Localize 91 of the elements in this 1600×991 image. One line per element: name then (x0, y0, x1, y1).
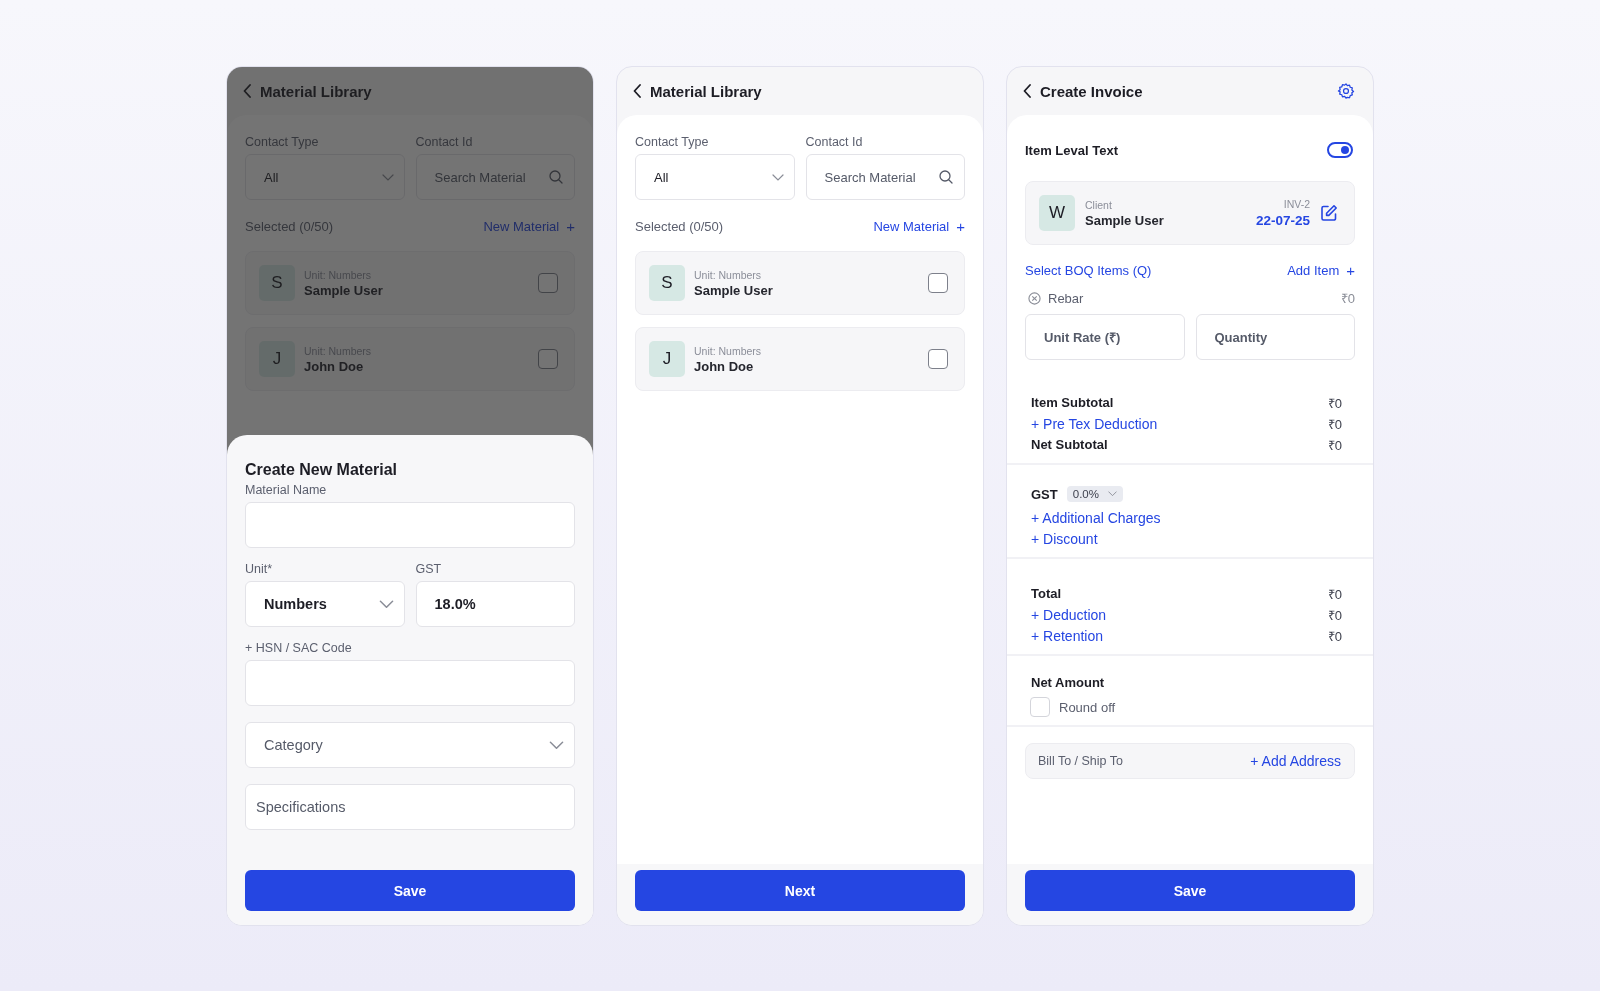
back-icon[interactable] (633, 84, 642, 98)
save-button[interactable]: Save (245, 870, 575, 911)
dropdown[interactable]: All (245, 154, 405, 200)
summary-link[interactable]: + Pre Tex Deduction (1031, 415, 1158, 432)
amount-text: ₹0 (1327, 394, 1342, 412)
dropdown[interactable]: Category (245, 722, 575, 768)
material-name: John Doe (694, 358, 755, 374)
summary-label: Net Amount (1031, 675, 1105, 690)
plus-icon[interactable]: + (1346, 262, 1355, 279)
new-material-link[interactable]: New Material (873, 219, 950, 234)
amount-text: ₹0 (1327, 606, 1342, 624)
material-item[interactable]: J Unit: Numbers John Doe (635, 327, 965, 391)
boq-items-link[interactable]: Select BOQ Items (Q) (1025, 263, 1152, 278)
amount-text: ₹0 (1327, 415, 1342, 433)
unit-text: Unit: Numbers (694, 268, 763, 281)
summary-link[interactable]: + Retention (1031, 627, 1103, 644)
invoice-date: 22-07-25 (1255, 213, 1310, 228)
summary-label: Net Subtotal (1031, 437, 1108, 452)
unit-text: Unit: Numbers (694, 344, 763, 357)
material-name: Sample User (304, 282, 384, 298)
plus-icon[interactable]: + (956, 218, 965, 235)
save-button[interactable]: Save (1025, 870, 1355, 911)
checkbox[interactable] (538, 273, 558, 293)
chevron-down-icon (381, 173, 394, 181)
field-label: Contact Id (415, 135, 474, 149)
invoice-number: INV-2 (1282, 198, 1310, 210)
back-icon[interactable] (1023, 84, 1032, 98)
field-label: Contact Type (635, 135, 710, 149)
amount-text: ₹0 (1327, 585, 1342, 603)
chevron-down-icon (1107, 491, 1117, 497)
line-item-amount: ₹0 (1340, 290, 1355, 307)
next-button[interactable]: Next (635, 870, 965, 911)
summary-link[interactable]: + Additional Charges (1031, 509, 1161, 526)
text-field[interactable] (245, 660, 575, 706)
sheet-title: Create New Material (245, 461, 399, 479)
amount-text: ₹0 (1327, 627, 1342, 645)
field-label: GST (415, 562, 443, 576)
search-icon (939, 170, 953, 184)
settings-icon[interactable] (1337, 82, 1355, 100)
summary-label: Item Subtotal (1031, 395, 1114, 410)
amount-text: ₹0 (1327, 436, 1342, 454)
field-label: Contact Id (805, 135, 864, 149)
dropdown[interactable]: Numbers (245, 581, 405, 627)
screen-title: Material Library (650, 82, 762, 100)
summary-label: Total (1031, 586, 1062, 601)
client-caption: Client (1085, 198, 1113, 211)
checkbox-label: Round off (1059, 699, 1116, 715)
toggle-label: Item Leval Text (1025, 142, 1118, 158)
field-label: Contact Type (245, 135, 320, 149)
selected-count: Selected (0/50) (635, 219, 724, 234)
screen-title: Material Library (260, 82, 372, 100)
selected-count: Selected (0/50) (245, 219, 334, 234)
search-field[interactable]: Search Material (805, 154, 965, 200)
dropdown[interactable]: All (635, 154, 795, 200)
address-label: Bill To / Ship To (1038, 754, 1123, 768)
material-name: Sample User (694, 282, 774, 298)
gst-label: GST (1031, 486, 1058, 502)
text-field[interactable]: Unit Rate (₹) (1025, 314, 1185, 360)
add-address-link[interactable]: + Add Address (1250, 753, 1341, 769)
avatar: J (649, 341, 685, 377)
text-field[interactable]: Quantity (1195, 314, 1355, 360)
field-label: Material Name (245, 483, 328, 497)
avatar: W (1039, 195, 1075, 231)
text-field[interactable]: 18.0% (415, 581, 575, 627)
toggle-switch[interactable] (1327, 142, 1353, 158)
avatar: S (649, 265, 685, 301)
screen-title: Create Invoice (1040, 82, 1143, 100)
material-name: John Doe (304, 358, 365, 374)
gst-dropdown[interactable]: 0.0% (1066, 486, 1123, 502)
text-field[interactable] (245, 502, 575, 548)
field-label: + HSN / SAC Code (245, 641, 353, 655)
line-item-name: Rebar (1048, 290, 1084, 306)
checkbox[interactable] (928, 273, 948, 293)
summary-link[interactable]: + Deduction (1031, 606, 1107, 623)
text-field[interactable]: Specifications (245, 784, 575, 830)
search-field[interactable]: Search Material (415, 154, 575, 200)
checkbox[interactable] (928, 349, 948, 369)
add-item-link[interactable]: Add Item (1287, 263, 1340, 278)
chevron-down-icon (771, 173, 784, 181)
client-name: Sample User (1085, 212, 1165, 228)
chevron-down-icon (549, 740, 564, 750)
chevron-down-icon (378, 599, 394, 609)
edit-icon[interactable] (1320, 204, 1338, 222)
checkbox[interactable] (538, 349, 558, 369)
avatar: J (259, 341, 295, 377)
summary-link[interactable]: + Discount (1031, 530, 1098, 547)
material-item[interactable]: S Unit: Numbers Sample User (635, 251, 965, 315)
avatar: S (259, 265, 295, 301)
remove-icon[interactable] (1028, 291, 1041, 305)
field-label: Unit* (245, 562, 274, 576)
search-icon (549, 170, 563, 184)
